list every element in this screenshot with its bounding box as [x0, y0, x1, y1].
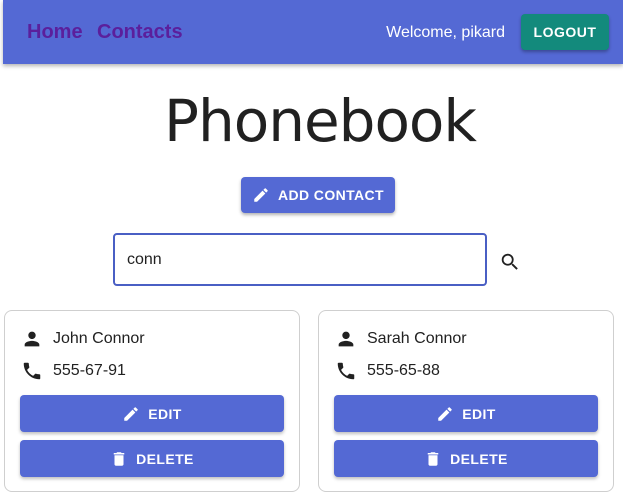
- trash-icon: [113, 451, 125, 466]
- contact-name-row: Sarah Connor: [335, 328, 467, 350]
- pencil-icon: [124, 406, 139, 421]
- logout-button[interactable]: LOGOUT: [521, 14, 609, 50]
- delete-label: DELETE: [450, 450, 508, 467]
- contact-phone-row: 555-65-88: [335, 360, 440, 382]
- trash-icon: [427, 451, 439, 466]
- delete-button[interactable]: DELETE: [20, 440, 284, 477]
- contact-card: John Connor 555-67-91 EDIT DELETE: [4, 310, 300, 492]
- pencil-icon: [254, 188, 268, 202]
- person-icon: [338, 331, 354, 347]
- delete-label: DELETE: [136, 450, 194, 467]
- contact-name-row: John Connor: [21, 328, 145, 350]
- contact-phone: 555-65-88: [367, 362, 440, 379]
- search-input[interactable]: [113, 233, 487, 286]
- page-title: Phonebook: [163, 87, 477, 155]
- phone-icon: [337, 362, 355, 380]
- edit-label: EDIT: [462, 405, 496, 422]
- edit-button[interactable]: EDIT: [334, 395, 598, 432]
- contact-phone: 555-67-91: [53, 362, 126, 379]
- person-icon: [24, 331, 40, 347]
- contact-name: John Connor: [53, 330, 145, 347]
- contact-name: Sarah Connor: [367, 330, 467, 347]
- contact-card: Sarah Connor 555-65-88 EDIT DELETE: [318, 310, 614, 492]
- welcome-text: Welcome, pikard: [386, 24, 505, 41]
- add-contact-label: ADD CONTACT: [277, 187, 385, 203]
- nav-contacts-link[interactable]: Contacts: [97, 20, 183, 44]
- phone-icon: [23, 362, 41, 380]
- add-contact-button[interactable]: ADD CONTACT: [241, 177, 395, 213]
- contact-phone-row: 555-67-91: [21, 360, 126, 382]
- nav-home-link[interactable]: Home: [27, 20, 83, 44]
- delete-button[interactable]: DELETE: [334, 440, 598, 477]
- pencil-icon: [438, 406, 453, 421]
- edit-button[interactable]: EDIT: [20, 395, 284, 432]
- edit-label: EDIT: [148, 405, 182, 422]
- search-icon[interactable]: [499, 251, 521, 273]
- app-bar: Home Contacts Welcome, pikard LOGOUT: [3, 0, 623, 64]
